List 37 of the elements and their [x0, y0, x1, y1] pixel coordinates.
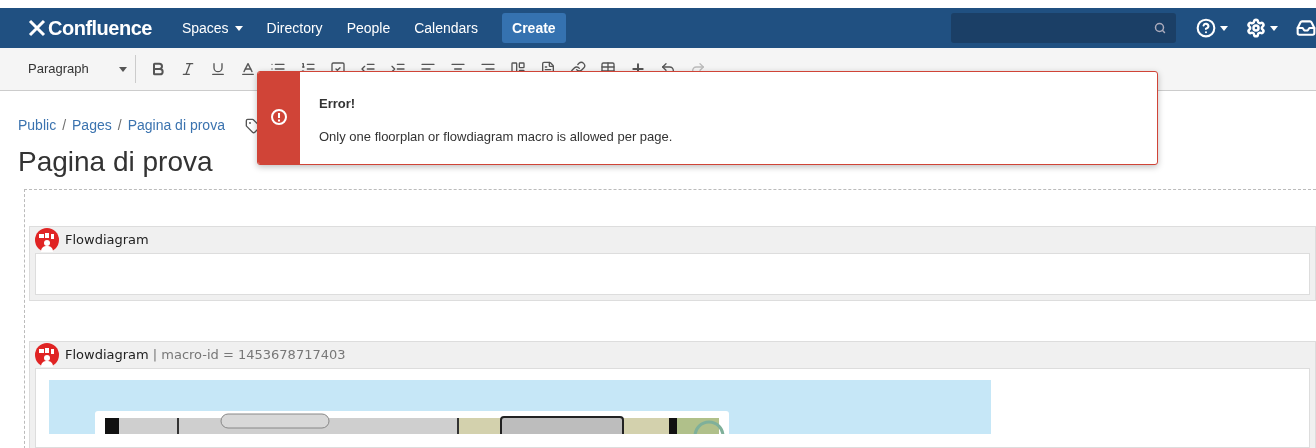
macro-name: Flowdiagram — [65, 231, 149, 250]
help-menu[interactable] — [1196, 18, 1228, 38]
nav-link[interactable]: People — [334, 17, 403, 39]
text-color-icon[interactable] — [239, 61, 256, 77]
caret-icon — [1270, 25, 1278, 31]
macro-placeholder[interactable]: Flowdiagram — [29, 226, 1316, 301]
paragraph-dropdown[interactable]: Paragraph — [28, 55, 136, 83]
nav-link[interactable]: Directory — [254, 17, 335, 39]
nav-link[interactable]: Calendars — [402, 17, 491, 39]
breadcrumb-link[interactable]: Public — [18, 115, 57, 136]
error-text: Only one floorplan or flowdiagram macro is allowed per page. — [319, 127, 673, 146]
breadcrumb-separator: / — [117, 116, 122, 135]
settings-menu[interactable] — [1246, 18, 1278, 38]
nav-link[interactable]: Spaces — [169, 17, 255, 39]
caret-icon — [1220, 25, 1228, 31]
macro-placeholder[interactable]: Flowdiagram | macro-id = 1453678717403 — [29, 341, 1316, 448]
macro-name: Flowdiagram — [65, 346, 149, 365]
error-title: Error! — [319, 95, 357, 113]
notifications-icon[interactable] — [1296, 18, 1316, 38]
breadcrumb-link[interactable]: Pages — [72, 115, 112, 136]
macro-icon — [35, 343, 59, 367]
create-button[interactable]: Create — [502, 13, 566, 43]
error-icon — [271, 109, 287, 125]
logo-icon — [28, 19, 48, 37]
breadcrumb-link[interactable]: Pagina di prova — [127, 115, 225, 136]
search-icon — [1154, 22, 1166, 34]
logo-text: Confluence — [48, 16, 152, 41]
logo[interactable]: Confluence — [28, 13, 152, 43]
page-title[interactable]: Pagina di prova — [18, 144, 213, 180]
help-icon — [1196, 18, 1216, 38]
macro-icon — [35, 228, 59, 252]
breadcrumb-separator: / — [62, 116, 67, 135]
caret-icon — [118, 66, 127, 72]
settings-icon — [1246, 18, 1266, 38]
search-field[interactable] — [951, 13, 1176, 43]
underline-icon[interactable] — [209, 61, 226, 77]
macro-parameters: | macro-id = 1453678717403 — [152, 346, 346, 365]
